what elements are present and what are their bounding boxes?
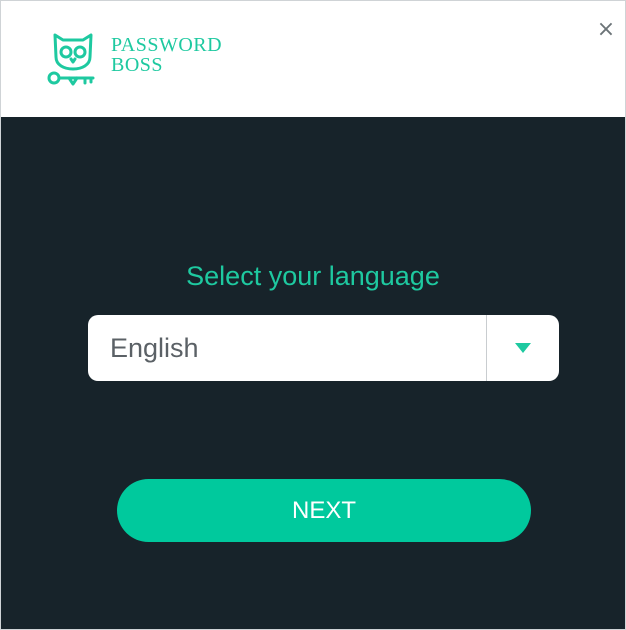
brand-line-1: PASSWORD: [111, 34, 223, 56]
owl-key-icon: [47, 33, 95, 86]
language-select-value: English: [110, 333, 199, 363]
close-icon: ×: [596, 17, 616, 42]
header: PASSWORD BOSS ×: [1, 1, 625, 117]
brand-line-2: BOSS: [111, 54, 164, 76]
brand-name: PASSWORD BOSS: [111, 35, 222, 75]
logo: PASSWORD BOSS: [45, 27, 222, 87]
chevron-down-icon: [515, 343, 531, 353]
language-select[interactable]: English: [88, 315, 559, 381]
setup-window: PASSWORD BOSS × Select your language Eng…: [0, 0, 626, 630]
close-button[interactable]: ×: [595, 19, 617, 41]
next-button[interactable]: NEXT: [117, 479, 531, 542]
language-select-toggle[interactable]: [487, 315, 559, 381]
language-prompt: Select your language: [186, 261, 440, 291]
